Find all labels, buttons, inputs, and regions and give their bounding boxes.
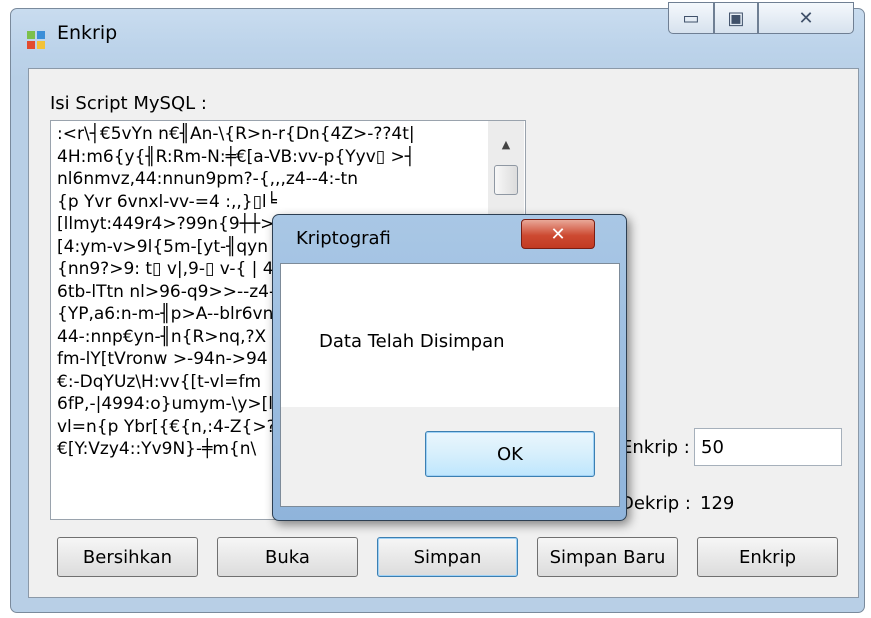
dialog-close-button[interactable]: ✕ bbox=[521, 219, 595, 249]
dialog-ok-button[interactable]: OK bbox=[425, 431, 595, 477]
app-icon bbox=[27, 31, 49, 49]
maximize-icon: ▣ bbox=[727, 7, 745, 29]
buka-button[interactable]: Buka bbox=[217, 537, 358, 577]
enkrip-key-input[interactable]: 50 bbox=[694, 428, 842, 466]
minimize-button[interactable]: ▭ bbox=[668, 2, 714, 34]
close-icon: ✕ bbox=[798, 7, 814, 29]
simpan-button[interactable]: Simpan bbox=[377, 537, 518, 577]
script-label: Isi Script MySQL : bbox=[50, 93, 207, 114]
enkrip-label: Enkrip : bbox=[621, 437, 690, 458]
scroll-up-icon[interactable]: ▲ bbox=[490, 133, 522, 155]
scroll-thumb[interactable] bbox=[494, 165, 518, 195]
bersihkan-button[interactable]: Bersihkan bbox=[57, 537, 198, 577]
dekrip-label: Dekrip : bbox=[620, 493, 691, 514]
window-title: Enkrip bbox=[57, 22, 118, 44]
close-button[interactable]: ✕ bbox=[758, 2, 854, 34]
dialog-message: Data Telah Disimpan bbox=[319, 331, 505, 352]
maximize-button[interactable]: ▣ bbox=[714, 2, 758, 34]
simpan-baru-button[interactable]: Simpan Baru bbox=[537, 537, 678, 577]
dekrip-value: 129 bbox=[700, 493, 735, 514]
minimize-icon: ▭ bbox=[682, 7, 700, 29]
dialog-title: Kriptografi bbox=[296, 228, 391, 249]
close-icon: ✕ bbox=[550, 223, 566, 245]
enkrip-button[interactable]: Enkrip bbox=[697, 537, 838, 577]
